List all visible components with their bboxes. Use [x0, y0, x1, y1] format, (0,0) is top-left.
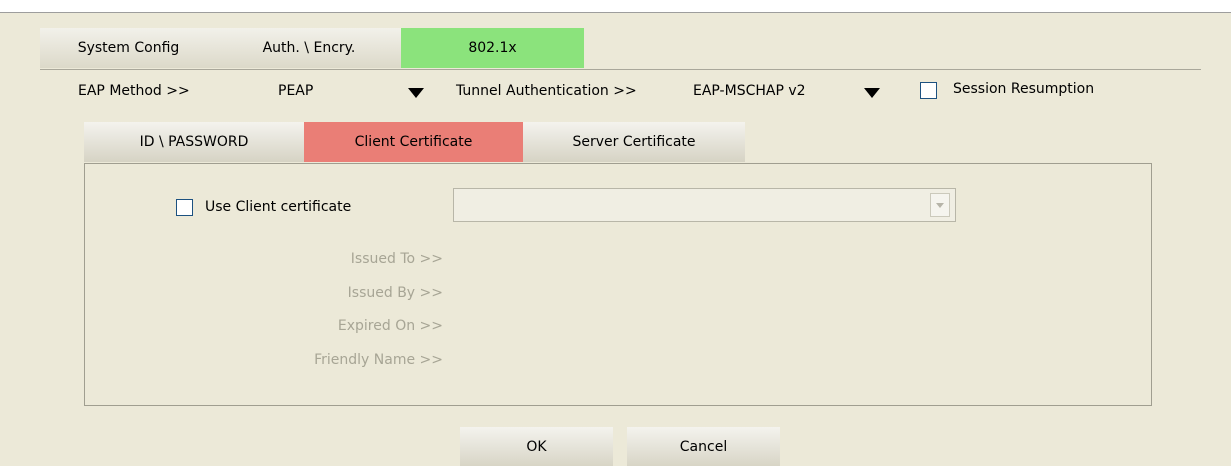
issued-to-label: Issued To >> [350, 251, 443, 267]
tunnel-auth-value[interactable]: EAP-MSCHAP v2 [693, 83, 806, 99]
eap-method-dropdown-icon[interactable] [408, 88, 424, 98]
chevron-down-icon [936, 202, 944, 208]
tab-system-config[interactable]: System Config [40, 28, 217, 68]
tab-client-certificate[interactable]: Client Certificate [304, 122, 523, 162]
tab-802-1x[interactable]: 802.1x [401, 28, 584, 68]
top-strip [0, 0, 1231, 13]
certificate-select-button[interactable] [930, 193, 950, 217]
use-client-certificate-checkbox[interactable] [176, 199, 193, 216]
tab-server-certificate[interactable]: Server Certificate [523, 122, 745, 162]
expired-on-label: Expired On >> [337, 318, 443, 334]
issued-by-label: Issued By >> [347, 285, 443, 301]
session-resumption-checkbox[interactable] [920, 82, 937, 99]
tunnel-auth-dropdown-icon[interactable] [864, 88, 880, 98]
eap-method-label: EAP Method >> [78, 83, 190, 99]
friendly-name-label: Friendly Name >> [314, 352, 443, 368]
tab-row-divider [40, 69, 1201, 70]
eap-method-value[interactable]: PEAP [278, 83, 313, 99]
tab-auth-encry[interactable]: Auth. \ Encry. [217, 28, 401, 68]
ok-button[interactable]: OK [460, 427, 613, 466]
tab-id-password[interactable]: ID \ PASSWORD [84, 122, 304, 162]
tunnel-auth-label: Tunnel Authentication >> [456, 83, 637, 99]
certificate-select[interactable] [453, 188, 956, 222]
cancel-button[interactable]: Cancel [627, 427, 780, 466]
session-resumption-label: Session Resumption [953, 81, 1095, 97]
use-client-certificate-label: Use Client certificate [205, 199, 352, 215]
